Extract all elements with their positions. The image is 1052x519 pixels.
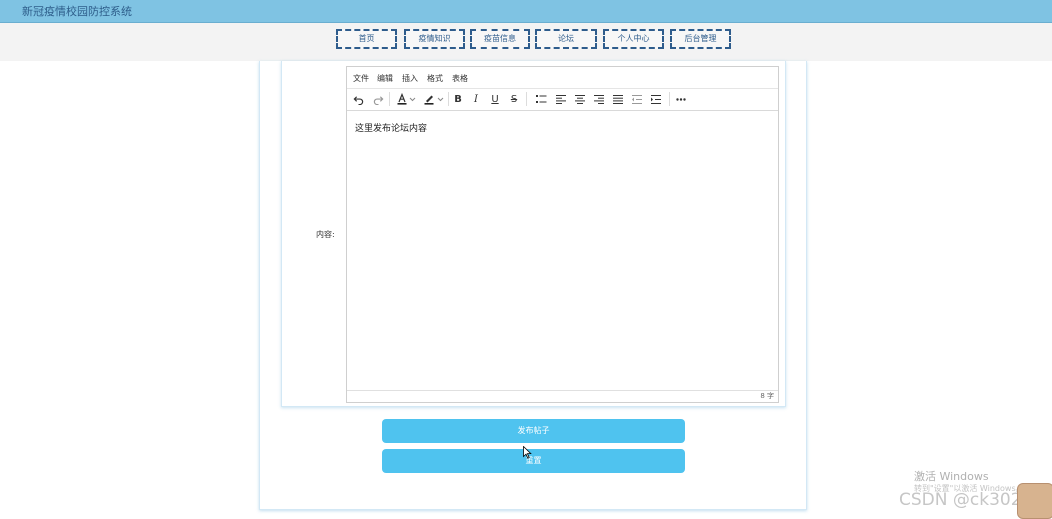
editor-content-text[interactable]: 这里发布论坛内容 [355, 121, 427, 134]
editor-statusbar: 8 字 [347, 390, 778, 402]
bold-icon[interactable]: B [450, 91, 466, 107]
reset-button[interactable]: 重置 [382, 449, 685, 473]
menu-file[interactable]: 文件 [353, 73, 369, 84]
nav-item-vaccine-info[interactable]: 疫苗信息 [470, 29, 530, 49]
nav-item-personal-center[interactable]: 个人中心 [603, 29, 664, 49]
content-field-label: 内容: [316, 230, 335, 239]
toolbar-separator [448, 92, 449, 106]
editor-toolbar: B I U S [347, 88, 778, 111]
app-title: 新冠疫情校园防控系统 [22, 5, 132, 18]
mouse-pointer-icon [523, 444, 532, 463]
nav-item-epidemic-knowledge[interactable]: 疫情知识 [404, 29, 465, 49]
highlight-color-icon[interactable] [421, 91, 437, 107]
more-icon[interactable] [673, 91, 689, 107]
highlight-chevron-down-icon[interactable] [436, 91, 444, 107]
underline-icon[interactable]: U [487, 91, 503, 107]
align-justify-icon[interactable] [610, 91, 626, 107]
top-header-bar: 新冠疫情校园防控系统 [0, 0, 1052, 23]
nav-item-admin[interactable]: 后台管理 [670, 29, 731, 49]
publish-post-button[interactable]: 发布帖子 [382, 419, 685, 443]
windows-activation-title: 激活 Windows [914, 470, 989, 483]
indent-icon[interactable] [648, 91, 664, 107]
rich-text-editor: 文件 编辑 插入 格式 表格 B I U S 这里发布论坛内容 8 字 [346, 66, 779, 403]
redo-icon[interactable] [370, 91, 386, 107]
word-count: 8 字 [760, 392, 774, 400]
nav-item-forum[interactable]: 论坛 [535, 29, 597, 49]
editor-menubar: 文件 编辑 插入 格式 表格 [347, 67, 778, 89]
toolbar-separator [389, 92, 390, 106]
csdn-watermark: CSDN @ck3021 [899, 490, 1033, 510]
toolbar-separator [526, 92, 527, 106]
menu-edit[interactable]: 编辑 [377, 73, 393, 84]
main-nav: 首页 疫情知识 疫苗信息 论坛 个人中心 后台管理 [0, 23, 1052, 61]
align-center-icon[interactable] [572, 91, 588, 107]
italic-icon[interactable]: I [468, 91, 484, 107]
toolbar-separator [669, 92, 670, 106]
editor-content-area[interactable]: 这里发布论坛内容 [347, 111, 778, 391]
menu-table[interactable]: 表格 [452, 73, 468, 84]
outdent-icon[interactable] [629, 91, 645, 107]
text-color-chevron-down-icon[interactable] [408, 91, 416, 107]
bullet-list-icon[interactable] [533, 91, 549, 107]
watermark-avatar [1017, 483, 1052, 519]
align-left-icon[interactable] [553, 91, 569, 107]
nav-item-home[interactable]: 首页 [336, 29, 397, 49]
menu-format[interactable]: 格式 [427, 73, 443, 84]
menu-insert[interactable]: 插入 [402, 73, 418, 84]
strikethrough-icon[interactable]: S [506, 91, 522, 107]
align-right-icon[interactable] [591, 91, 607, 107]
undo-icon[interactable] [350, 91, 366, 107]
